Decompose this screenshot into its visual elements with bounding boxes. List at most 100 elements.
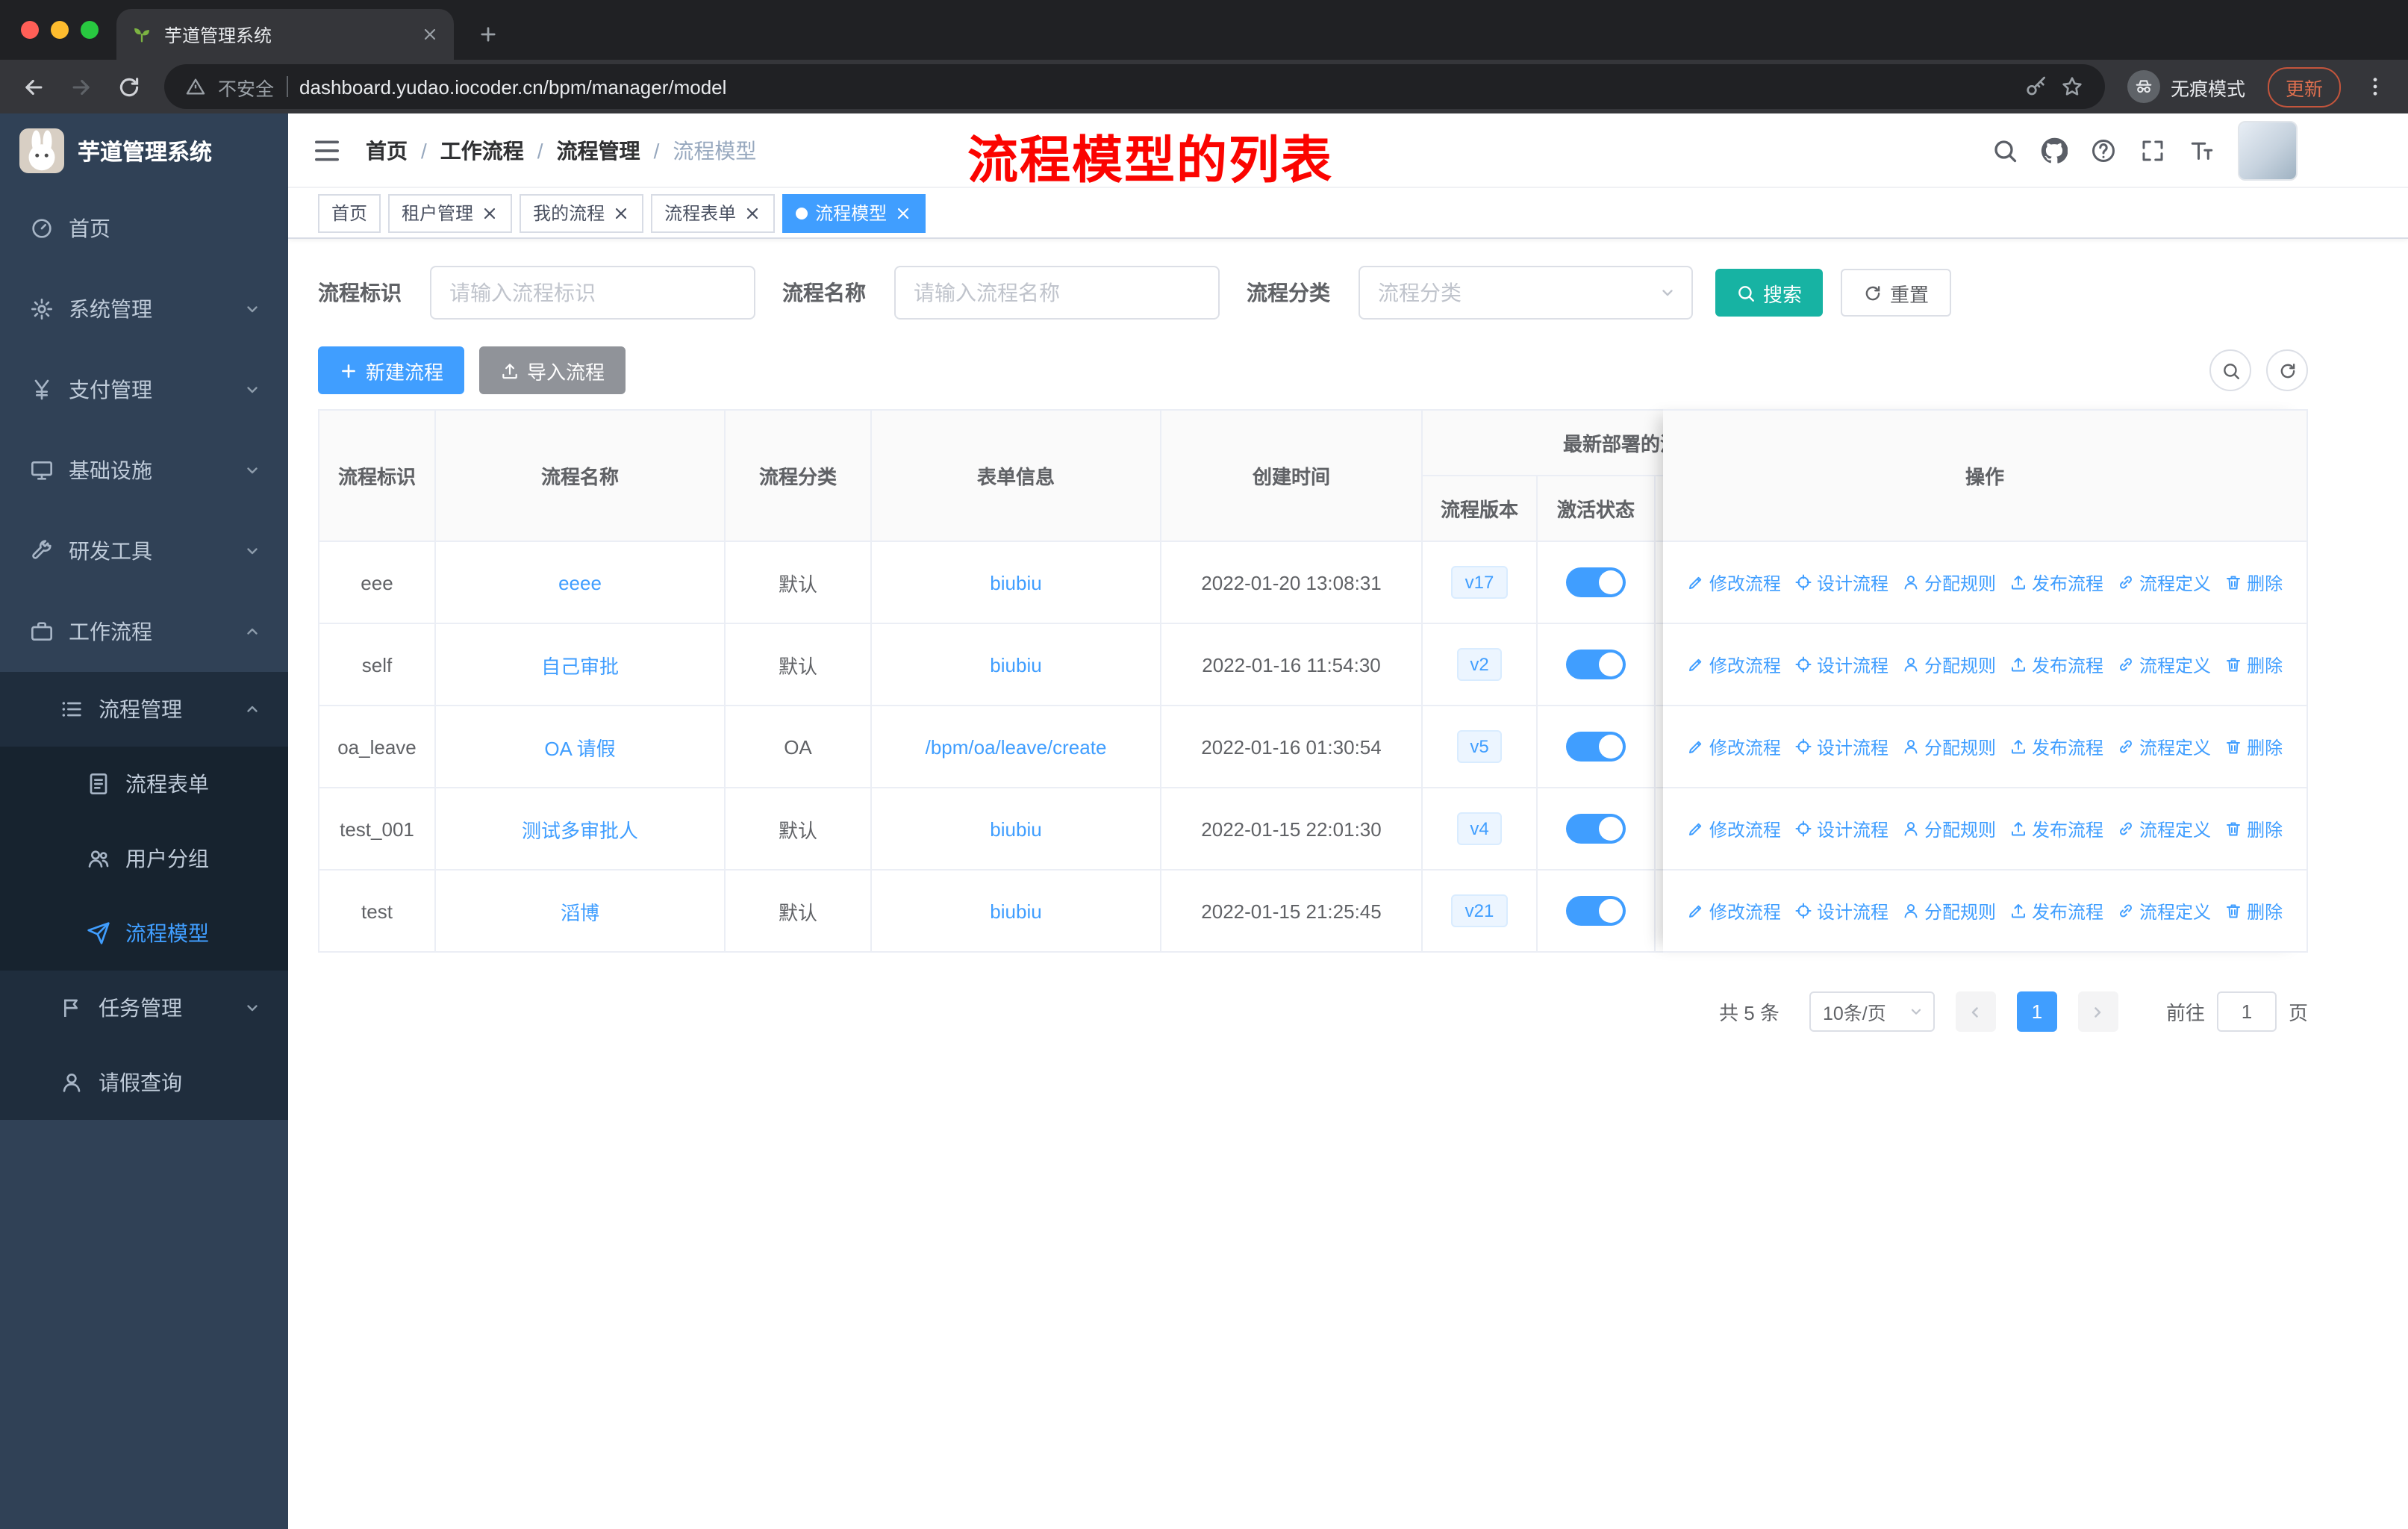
sidebar-item-process-form[interactable]: 流程表单	[0, 747, 288, 821]
tag-process-form[interactable]: 流程表单	[651, 193, 776, 232]
delete-link[interactable]: 删除	[2224, 652, 2283, 677]
publish-process-link[interactable]: 发布流程	[2009, 734, 2103, 759]
publish-process-link[interactable]: 发布流程	[2009, 652, 2103, 677]
app-logo[interactable]: 芋道管理系统	[0, 113, 288, 188]
close-icon[interactable]	[743, 204, 761, 222]
design-process-link[interactable]: 设计流程	[1794, 570, 1888, 595]
breadcrumb-home[interactable]: 首页	[366, 135, 408, 165]
process-name-input[interactable]	[894, 266, 1220, 320]
browser-tab[interactable]: 芋道管理系统	[116, 9, 454, 60]
close-window-button[interactable]	[21, 21, 39, 39]
design-process-link[interactable]: 设计流程	[1794, 734, 1888, 759]
bookmark-star-icon[interactable]	[2060, 75, 2084, 99]
search-icon[interactable]	[1991, 137, 2018, 164]
back-icon[interactable]	[21, 74, 46, 99]
active-toggle[interactable]	[1566, 650, 1626, 679]
process-category-select[interactable]: 流程分类	[1359, 266, 1693, 320]
process-name-link[interactable]: 自己审批	[541, 655, 619, 677]
maximize-window-button[interactable]	[81, 21, 99, 39]
breadcrumb-workflow[interactable]: 工作流程	[440, 135, 524, 165]
modify-process-link[interactable]: 修改流程	[1687, 734, 1781, 759]
search-button[interactable]: 搜索	[1715, 269, 1824, 317]
sidebar-item-leave-query[interactable]: 请假查询	[0, 1045, 288, 1120]
new-tab-button[interactable]	[478, 24, 499, 45]
assign-rule-link[interactable]: 分配规则	[1902, 570, 1996, 595]
toggle-search-button[interactable]	[2209, 349, 2251, 391]
tab-close-icon[interactable]	[421, 25, 439, 43]
forward-icon[interactable]	[69, 74, 94, 99]
form-info-link[interactable]: biubiu	[990, 900, 1041, 922]
sidebar-item-task-management[interactable]: 任务管理	[0, 971, 288, 1045]
active-toggle[interactable]	[1566, 896, 1626, 926]
publish-process-link[interactable]: 发布流程	[2009, 570, 2103, 595]
tag-home[interactable]: 首页	[318, 193, 381, 232]
create-process-button[interactable]: 新建流程	[318, 346, 465, 394]
process-name-link[interactable]: OA 请假	[544, 737, 615, 759]
design-process-link[interactable]: 设计流程	[1794, 652, 1888, 677]
delete-link[interactable]: 删除	[2224, 816, 2283, 841]
sidebar-item-home[interactable]: 首页	[0, 188, 288, 269]
browser-menu-icon[interactable]	[2363, 75, 2387, 99]
process-definition-link[interactable]: 流程定义	[2117, 734, 2211, 759]
sidebar-toggle-icon[interactable]	[312, 135, 342, 165]
design-process-link[interactable]: 设计流程	[1794, 898, 1888, 924]
password-key-icon[interactable]	[2024, 75, 2048, 99]
sidebar-item-payment[interactable]: 支付管理	[0, 349, 288, 430]
url-box[interactable]: 不安全 dashboard.yudao.iocoder.cn/bpm/manag…	[164, 64, 2105, 109]
delete-link[interactable]: 删除	[2224, 734, 2283, 759]
minimize-window-button[interactable]	[51, 21, 69, 39]
form-info-link[interactable]: /bpm/oa/leave/create	[926, 735, 1107, 758]
modify-process-link[interactable]: 修改流程	[1687, 652, 1781, 677]
process-name-link[interactable]: 滔博	[561, 901, 599, 924]
help-icon[interactable]	[2090, 137, 2117, 164]
tag-tenant-management[interactable]: 租户管理	[388, 193, 513, 232]
active-toggle[interactable]	[1566, 814, 1626, 844]
publish-process-link[interactable]: 发布流程	[2009, 816, 2103, 841]
publish-process-link[interactable]: 发布流程	[2009, 898, 2103, 924]
github-icon[interactable]	[2041, 137, 2068, 164]
sidebar-item-process-model[interactable]: 流程模型	[0, 896, 288, 971]
goto-page-input[interactable]	[2216, 991, 2277, 1032]
assign-rule-link[interactable]: 分配规则	[1902, 734, 1996, 759]
page-size-select[interactable]: 10条/页	[1809, 991, 1935, 1032]
sidebar-item-infrastructure[interactable]: 基础设施	[0, 430, 288, 511]
breadcrumb-process-management[interactable]: 流程管理	[557, 135, 640, 165]
design-process-link[interactable]: 设计流程	[1794, 816, 1888, 841]
assign-rule-link[interactable]: 分配规则	[1902, 652, 1996, 677]
modify-process-link[interactable]: 修改流程	[1687, 816, 1781, 841]
form-info-link[interactable]: biubiu	[990, 818, 1041, 840]
page-number-1[interactable]: 1	[2016, 991, 2057, 1032]
form-info-link[interactable]: biubiu	[990, 653, 1041, 676]
close-icon[interactable]	[612, 204, 630, 222]
sidebar-item-system[interactable]: 系统管理	[0, 269, 288, 349]
modify-process-link[interactable]: 修改流程	[1687, 570, 1781, 595]
sidebar-item-devtools[interactable]: 研发工具	[0, 511, 288, 591]
reload-icon[interactable]	[116, 74, 142, 99]
process-definition-link[interactable]: 流程定义	[2117, 898, 2211, 924]
sidebar-item-process-management[interactable]: 流程管理	[0, 672, 288, 747]
import-process-button[interactable]: 导入流程	[479, 346, 626, 394]
active-toggle[interactable]	[1566, 567, 1626, 597]
sidebar-item-user-group[interactable]: 用户分组	[0, 821, 288, 896]
sidebar-item-workflow[interactable]: 工作流程	[0, 591, 288, 672]
update-chrome-button[interactable]: 更新	[2267, 66, 2341, 107]
process-name-link[interactable]: 测试多审批人	[522, 819, 638, 841]
prev-page-button[interactable]	[1955, 991, 1996, 1032]
modify-process-link[interactable]: 修改流程	[1687, 898, 1781, 924]
reset-button[interactable]: 重置	[1841, 269, 1952, 317]
process-definition-link[interactable]: 流程定义	[2117, 652, 2211, 677]
process-name-link[interactable]: eeee	[558, 571, 602, 594]
tag-my-process[interactable]: 我的流程	[520, 193, 644, 232]
assign-rule-link[interactable]: 分配规则	[1902, 816, 1996, 841]
assign-rule-link[interactable]: 分配规则	[1902, 898, 1996, 924]
close-icon[interactable]	[894, 204, 912, 222]
form-info-link[interactable]: biubiu	[990, 571, 1041, 594]
fullscreen-icon[interactable]	[2139, 137, 2166, 164]
next-page-button[interactable]	[2077, 991, 2118, 1032]
process-id-input[interactable]	[430, 266, 755, 320]
process-definition-link[interactable]: 流程定义	[2117, 816, 2211, 841]
close-icon[interactable]	[481, 204, 499, 222]
user-avatar[interactable]	[2238, 120, 2298, 180]
delete-link[interactable]: 删除	[2224, 898, 2283, 924]
active-toggle[interactable]	[1566, 732, 1626, 762]
